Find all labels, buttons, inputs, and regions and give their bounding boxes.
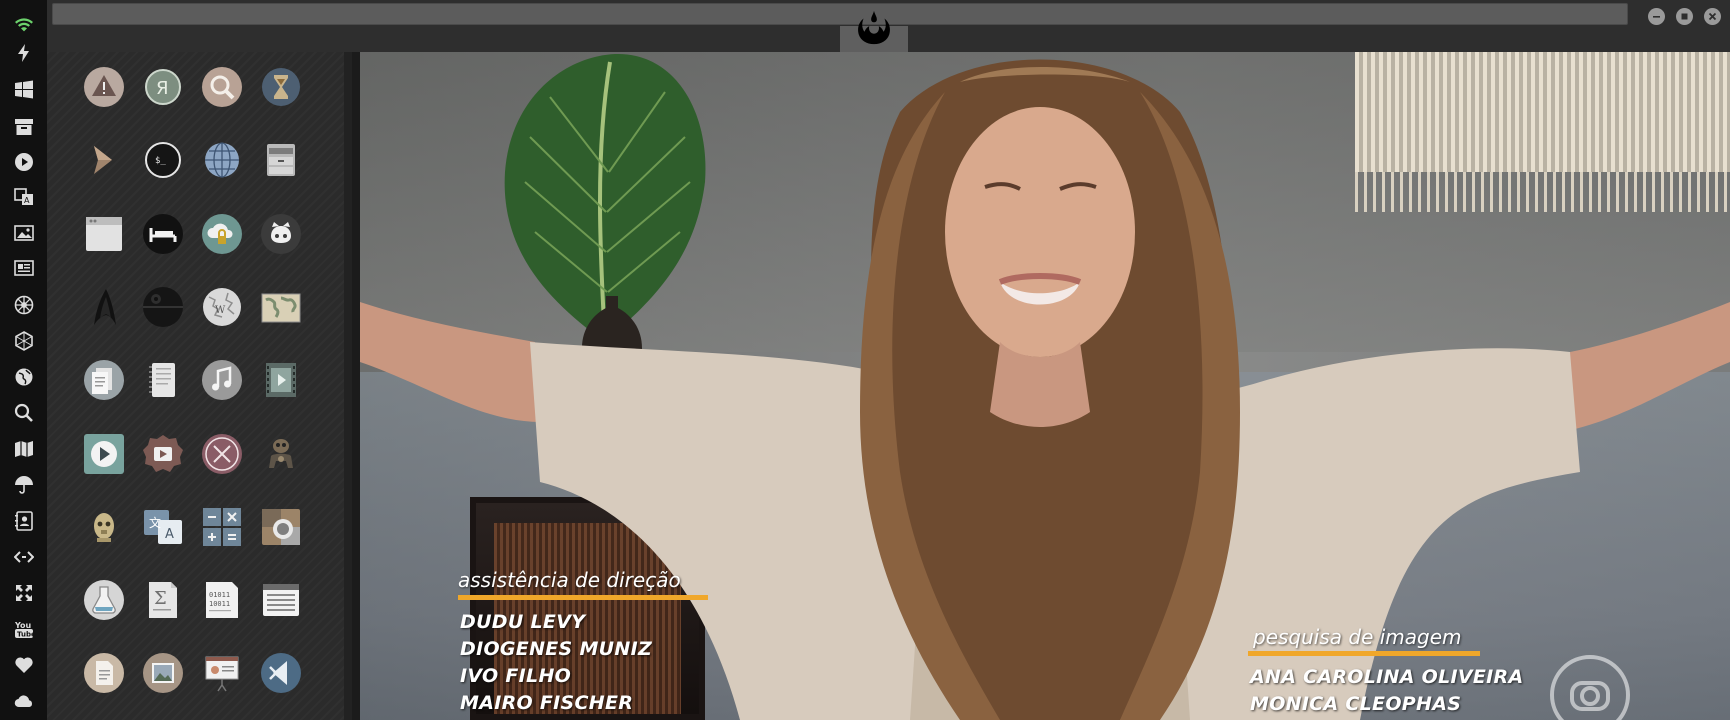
minimize-button[interactable]: [1648, 8, 1665, 25]
app-launcher-panel: Я $_ W 文 A Σ 01011 10011: [47, 52, 352, 720]
newspaper-icon[interactable]: [9, 253, 39, 283]
credits-left-heading: assistência de direção: [458, 568, 681, 592]
svg-text:文: 文: [149, 515, 161, 530]
youtube-icon[interactable]: You Tube: [9, 614, 39, 644]
minimize-icon: [1653, 16, 1660, 18]
documents-app-icon[interactable]: [82, 358, 126, 402]
world-map-app-icon[interactable]: [259, 285, 303, 329]
svg-text:Tube: Tube: [17, 631, 34, 639]
hexagon-icon[interactable]: [9, 326, 39, 356]
spreadsheet-app-icon[interactable]: [259, 578, 303, 622]
presentation-app-icon[interactable]: [200, 651, 244, 695]
warning-app-icon[interactable]: [82, 65, 126, 109]
svg-text:Σ: Σ: [154, 588, 167, 609]
text-document-app-icon[interactable]: [82, 651, 126, 695]
svg-text:10011: 10011: [209, 600, 230, 608]
shell-app-icon[interactable]: $_: [141, 138, 185, 182]
notebook-app-icon[interactable]: [141, 358, 185, 402]
binary-app-icon[interactable]: 01011 10011: [200, 578, 244, 622]
close-icon: [1708, 12, 1717, 21]
c3po-app-icon[interactable]: [82, 505, 126, 549]
close-button[interactable]: [1704, 8, 1721, 25]
starfleet-app-icon[interactable]: [82, 285, 126, 329]
expand-icon[interactable]: [9, 578, 39, 608]
rebel-alliance-icon: [851, 6, 897, 50]
lightning-icon[interactable]: [9, 38, 39, 68]
maximize-button[interactable]: [1676, 8, 1693, 25]
system-dock: A You Tube: [0, 0, 47, 720]
broadcaster-logo-icon: [1550, 655, 1630, 720]
video-app-icon[interactable]: [259, 358, 303, 402]
search-app-icon[interactable]: [200, 65, 244, 109]
map-icon[interactable]: [9, 434, 39, 464]
wikipedia-app-icon[interactable]: W: [200, 285, 244, 329]
video-capture-app-icon[interactable]: [141, 432, 185, 476]
web-browser-app-icon[interactable]: [200, 138, 244, 182]
vscode-app-icon[interactable]: [259, 651, 303, 695]
credits-right-name: ANA CAROLINA OLIVEIRA: [1250, 666, 1524, 688]
maximize-icon: [1681, 13, 1688, 20]
svg-text:Я: Я: [156, 78, 169, 99]
svg-text:W: W: [215, 305, 226, 316]
archive-icon[interactable]: [9, 112, 39, 142]
contact-book-icon[interactable]: [9, 506, 39, 536]
empire-icon[interactable]: [9, 290, 39, 320]
umbrella-icon[interactable]: [9, 470, 39, 500]
credits-left-name: DUDU LEVY: [460, 611, 586, 633]
droid-app-icon[interactable]: [259, 432, 303, 476]
xchat-app-icon[interactable]: [200, 432, 244, 476]
credits-left-name: MAIRO FISCHER: [460, 692, 634, 714]
translate-icon[interactable]: A: [9, 182, 39, 212]
image-viewer-app-icon[interactable]: [141, 651, 185, 695]
credits-right-underline: [1248, 651, 1480, 656]
cloud-icon[interactable]: [9, 686, 39, 716]
credits-right-heading: pesquisa de imagem: [1253, 625, 1462, 649]
media-player-app-icon[interactable]: [82, 432, 126, 476]
video-player[interactable]: assistência de direção DUDU LEVY DIOGENE…: [360, 52, 1730, 720]
address-bar[interactable]: [52, 3, 1628, 25]
chemistry-app-icon[interactable]: [82, 578, 126, 622]
svg-text:A: A: [24, 196, 30, 205]
globe-icon[interactable]: [9, 362, 39, 392]
death-star-app-icon[interactable]: [141, 285, 185, 329]
calculator-app-icon[interactable]: [200, 505, 244, 549]
hourglass-app-icon[interactable]: [259, 65, 303, 109]
music-app-icon[interactable]: [200, 358, 244, 402]
terminal-chevron-app-icon[interactable]: [82, 138, 126, 182]
camera-app-icon[interactable]: [259, 505, 303, 549]
windows-icon[interactable]: [9, 75, 39, 105]
panel-divider: [344, 52, 352, 720]
formula-app-icon[interactable]: Σ: [141, 578, 185, 622]
search-icon[interactable]: [9, 398, 39, 428]
file-cabinet-app-icon[interactable]: [259, 138, 303, 182]
cloud-lock-app-icon[interactable]: [200, 212, 244, 256]
window-app-icon[interactable]: [82, 212, 126, 256]
svg-text:A: A: [165, 527, 174, 542]
translator-app-icon[interactable]: 文A: [141, 505, 185, 549]
credits-left-name: IVO FILHO: [460, 665, 572, 687]
svg-text:You: You: [14, 621, 32, 630]
yandex-app-icon[interactable]: Я: [141, 65, 185, 109]
github-app-icon[interactable]: [259, 212, 303, 256]
heart-icon[interactable]: [9, 650, 39, 680]
credits-left-underline: [458, 595, 708, 600]
svg-text:01011: 01011: [209, 591, 230, 599]
svg-text:$_: $_: [155, 156, 166, 166]
credits-left-name: DIOGENES MUNIZ: [460, 638, 653, 660]
bed-app-icon[interactable]: [141, 212, 185, 256]
credits-right-name: MONICA CLEOPHAS: [1250, 693, 1462, 715]
code-icon[interactable]: [9, 542, 39, 572]
wifi-icon[interactable]: [9, 10, 39, 40]
image-icon[interactable]: [9, 218, 39, 248]
play-circle-icon[interactable]: [9, 147, 39, 177]
